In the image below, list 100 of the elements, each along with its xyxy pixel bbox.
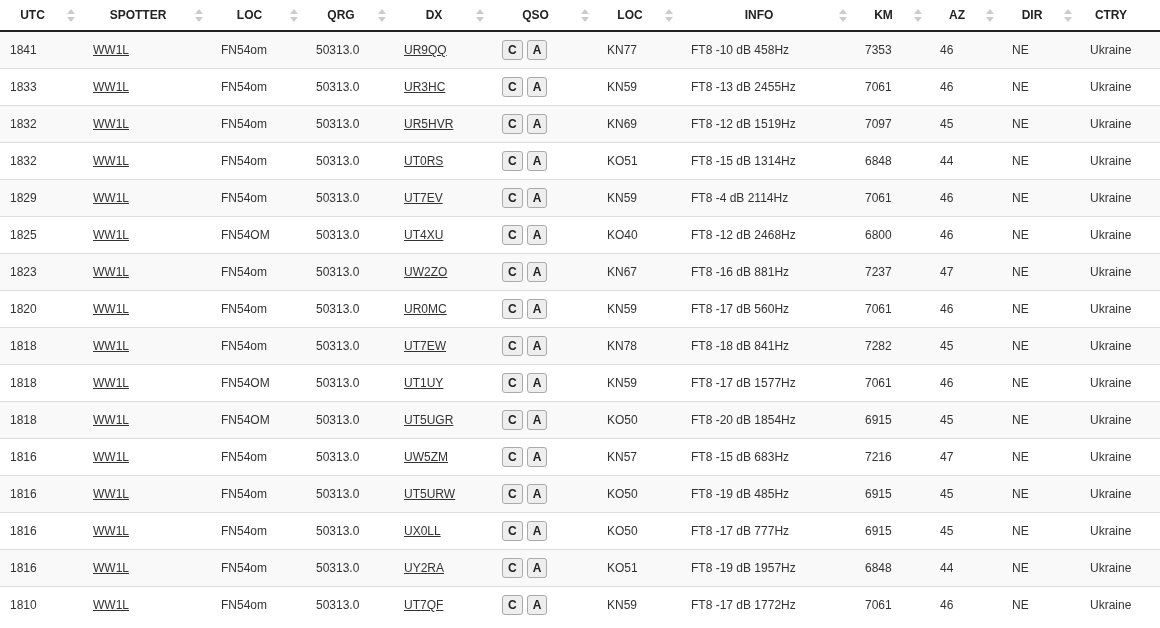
table-cell: FT8 -18 dB 841Hz [691,339,790,353]
callsign-link[interactable]: WW1L [93,265,129,279]
action-button[interactable]: A [526,521,548,541]
action-button[interactable]: C [502,410,523,430]
table-cell: NE [1012,598,1029,612]
action-button[interactable]: A [526,336,548,356]
table-cell: 1816 [10,450,37,464]
table-cell: 44 [940,154,954,168]
action-button[interactable]: C [502,299,523,319]
action-button[interactable]: C [502,40,523,60]
callsign-link[interactable]: WW1L [93,413,129,427]
callsign-link[interactable]: WW1L [93,43,129,57]
sort-icon[interactable] [378,9,386,22]
action-button[interactable]: A [526,558,548,578]
callsign-link[interactable]: WW1L [93,154,129,168]
callsign-link[interactable]: UR5HVR [404,117,454,131]
callsign-link[interactable]: UT1UY [404,376,444,390]
callsign-link[interactable]: UR3HC [404,80,446,94]
action-button[interactable]: A [526,151,548,171]
action-button[interactable]: A [526,299,548,319]
table-cell: 50313.0 [316,43,360,57]
action-button[interactable]: C [502,114,523,134]
action-button[interactable]: C [502,595,523,615]
callsign-link[interactable]: UT5UGR [404,413,454,427]
table-cell: FN54om [221,43,267,57]
callsign-link[interactable]: WW1L [93,561,129,575]
table-cell: 1832 [10,154,37,168]
callsign-link[interactable]: UT7EW [404,339,446,353]
callsign-link[interactable]: UT7QF [404,598,444,612]
action-button[interactable]: A [526,225,548,245]
sort-icon[interactable] [581,9,589,22]
action-button[interactable]: C [502,484,523,504]
table-cell: 7282 [865,339,892,353]
sort-icon[interactable] [839,9,847,22]
table-cell: NE [1012,561,1029,575]
action-button[interactable]: A [526,373,548,393]
action-button[interactable]: A [526,410,548,430]
table-cell: FT8 -19 dB 485Hz [691,487,790,501]
callsign-link[interactable]: UR0MC [404,302,447,316]
callsign-link[interactable]: UT0RS [404,154,444,168]
callsign-link[interactable]: UX0LL [404,524,441,538]
action-button[interactable]: C [502,336,523,356]
callsign-link[interactable]: WW1L [93,80,129,94]
callsign-link[interactable]: WW1L [93,191,129,205]
action-button[interactable]: A [526,40,548,60]
action-button[interactable]: A [526,595,548,615]
action-button[interactable]: A [526,188,548,208]
table-cell: 1825 [10,228,37,242]
callsign-link[interactable]: UR9QQ [404,43,447,57]
sort-icon[interactable] [476,9,484,22]
action-button[interactable]: C [502,151,523,171]
action-button[interactable]: A [526,484,548,504]
table-cell: 1823 [10,265,37,279]
action-button[interactable]: C [502,225,523,245]
sort-icon[interactable] [195,9,203,22]
table-cell: FT8 -10 dB 458Hz [691,43,790,57]
callsign-link[interactable]: WW1L [93,302,129,316]
callsign-link[interactable]: WW1L [93,450,129,464]
callsign-link[interactable]: WW1L [93,117,129,131]
callsign-link[interactable]: WW1L [93,376,129,390]
action-button[interactable]: A [526,114,548,134]
table-cell: 1818 [10,413,37,427]
callsign-link[interactable]: UT7EV [404,191,443,205]
table-cell: 1818 [10,376,37,390]
callsign-link[interactable]: WW1L [93,487,129,501]
callsign-link[interactable]: UW2ZO [404,265,448,279]
callsign-link[interactable]: UW5ZM [404,450,448,464]
sort-icon[interactable] [67,9,75,22]
action-button[interactable]: A [526,262,548,282]
action-button[interactable]: C [502,373,523,393]
action-button[interactable]: C [502,262,523,282]
callsign-link[interactable]: UT5URW [404,487,456,501]
sort-icon[interactable] [665,9,673,22]
action-button[interactable]: C [502,558,523,578]
action-button[interactable]: C [502,77,523,97]
table-cell: KO51 [607,561,638,575]
callsign-link[interactable]: UT4XU [404,228,444,242]
table-cell: Ukraine [1090,339,1132,353]
sort-icon[interactable] [914,9,922,22]
action-button[interactable]: C [502,521,523,541]
table-cell: 6800 [865,228,892,242]
callsign-link[interactable]: UY2RA [404,561,444,575]
action-button[interactable]: C [502,188,523,208]
sort-icon[interactable] [986,9,994,22]
table-cell: 46 [940,598,954,612]
table-cell: KN69 [607,117,638,131]
callsign-link[interactable]: WW1L [93,524,129,538]
action-button[interactable]: C [502,447,523,467]
table-cell: Ukraine [1090,598,1132,612]
action-button[interactable]: A [526,447,548,467]
callsign-link[interactable]: WW1L [93,228,129,242]
sort-icon[interactable] [290,9,298,22]
table-cell: FT8 -15 dB 1314Hz [691,154,796,168]
sort-icon[interactable] [1064,9,1072,22]
table-cell: 46 [940,376,954,390]
callsign-link[interactable]: WW1L [93,339,129,353]
table-cell: FT8 -17 dB 1772Hz [691,598,796,612]
table-cell: Ukraine [1090,450,1132,464]
action-button[interactable]: A [526,77,548,97]
callsign-link[interactable]: WW1L [93,598,129,612]
